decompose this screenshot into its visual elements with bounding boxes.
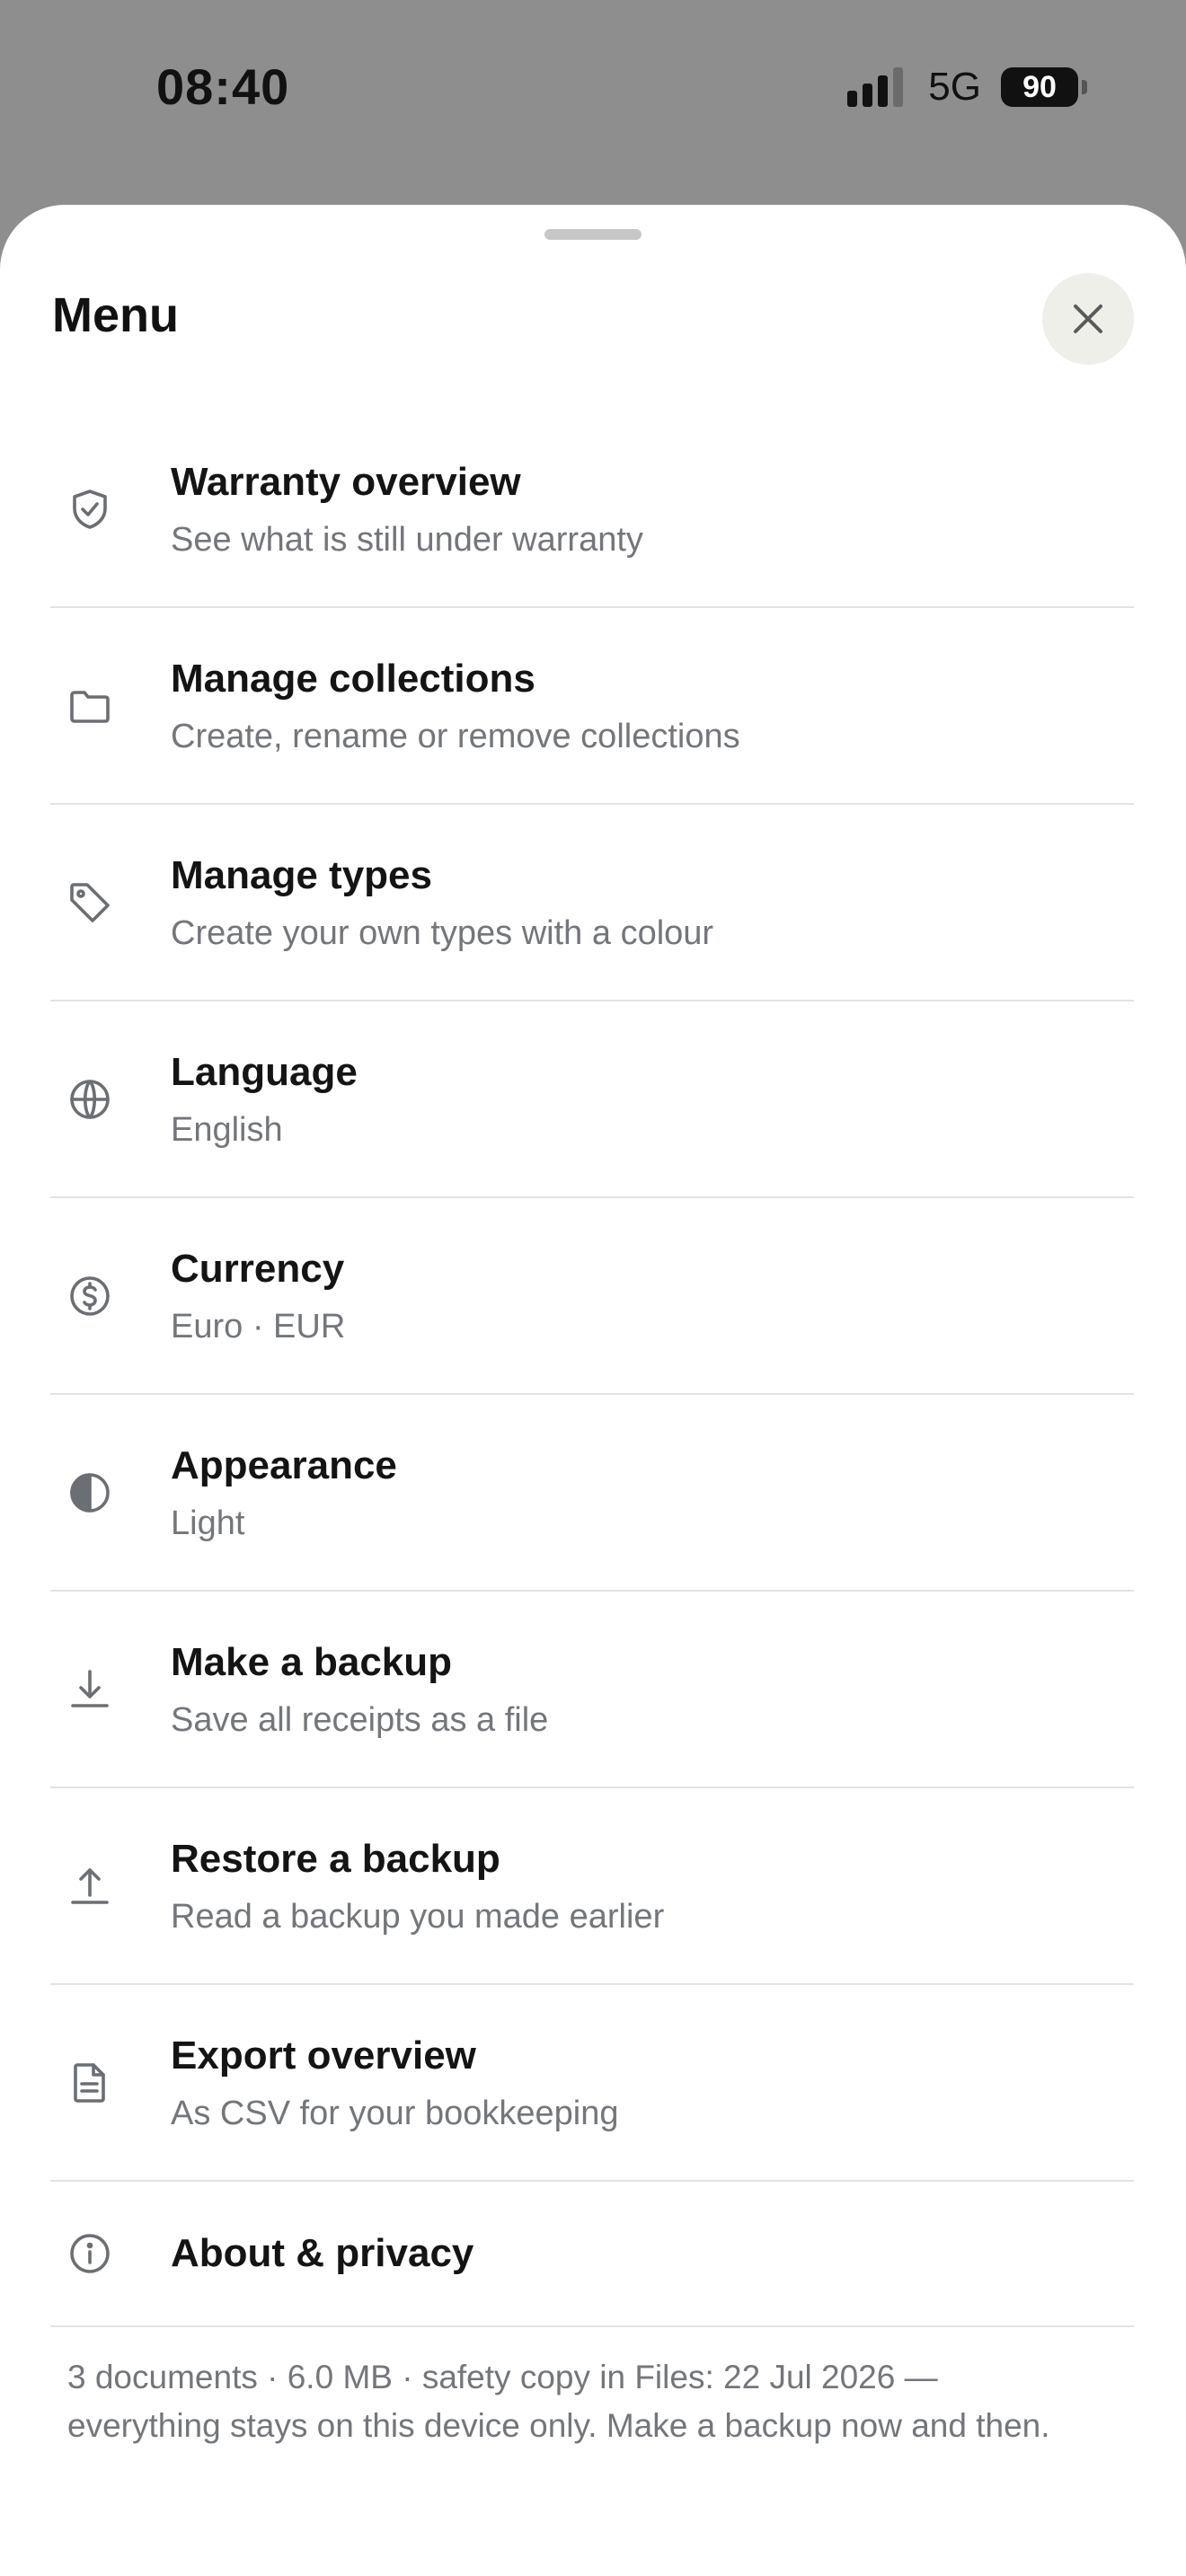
menu-item-label: Appearance	[171, 1442, 397, 1487]
globe-icon	[65, 1074, 115, 1125]
menu-item-subtitle: As CSV for your bookkeeping	[171, 2094, 619, 2132]
download-icon	[65, 1664, 115, 1715]
sheet-title: Menu	[52, 288, 179, 342]
menu-item-subtitle: Light	[171, 1504, 245, 1542]
menu-item-label: Language	[171, 1049, 358, 1094]
document-icon	[65, 2058, 115, 2108]
menu-item-warranty-overview[interactable]: Warranty overview See what is still unde…	[50, 411, 1134, 608]
menu-list: Warranty overview See what is still unde…	[50, 411, 1134, 2327]
storage-info-note: 3 documents · 6.0 MB · safety copy in Fi…	[67, 2359, 1050, 2444]
signal-icon	[847, 67, 904, 107]
menu-item-label: Warranty overview	[171, 459, 521, 504]
battery-icon: 90	[1001, 67, 1087, 107]
menu-item-subtitle: English	[171, 1110, 283, 1149]
menu-item-subtitle: See what is still under warranty	[171, 520, 643, 559]
battery-level: 90	[1022, 69, 1057, 104]
menu-item-label: Make a backup	[171, 1639, 453, 1684]
tag-icon	[65, 878, 115, 928]
menu-item-label: Export overview	[171, 2033, 476, 2078]
menu-item-subtitle: Euro · EUR	[171, 1307, 346, 1345]
menu-item-subtitle: Read a backup you made earlier	[171, 1897, 665, 1936]
contrast-icon	[65, 1468, 115, 1518]
close-icon	[1074, 304, 1102, 333]
status-indicators: 5G 90	[847, 65, 1087, 110]
dollar-circle-icon	[65, 1271, 115, 1321]
menu-item-subtitle: Save all receipts as a file	[171, 1700, 549, 1739]
menu-item-subtitle: Create, rename or remove collections	[171, 717, 740, 755]
menu-sheet: Menu Warranty overview See what is still…	[0, 205, 1186, 2576]
status-bar: 08:40 5G 90	[0, 0, 1186, 180]
menu-item-currency[interactable]: Currency Euro · EUR	[50, 1198, 1134, 1395]
menu-item-label: Manage types	[171, 852, 432, 897]
shield-check-icon	[65, 484, 115, 534]
menu-item-label: About & privacy	[171, 2231, 474, 2275]
close-button[interactable]	[1042, 273, 1134, 365]
menu-item-label: Restore a backup	[171, 1836, 500, 1881]
network-label: 5G	[928, 65, 981, 109]
upload-icon	[65, 1861, 115, 1911]
menu-item-appearance[interactable]: Appearance Light	[50, 1395, 1134, 1592]
menu-item-language[interactable]: Language English	[50, 1001, 1134, 1198]
folder-icon	[65, 681, 115, 731]
menu-item-label: Manage collections	[171, 656, 535, 701]
menu-item-make-backup[interactable]: Make a backup Save all receipts as a fil…	[50, 1592, 1134, 1788]
sheet-grabber[interactable]	[544, 229, 642, 240]
menu-item-restore-backup[interactable]: Restore a backup Read a backup you made …	[50, 1788, 1134, 1985]
menu-item-manage-types[interactable]: Manage types Create your own types with …	[50, 805, 1134, 1001]
menu-item-subtitle: Create your own types with a colour	[171, 913, 714, 952]
info-icon	[65, 2228, 115, 2279]
status-time: 08:40	[156, 58, 290, 115]
menu-item-export-overview[interactable]: Export overview As CSV for your bookkeep…	[50, 1985, 1134, 2182]
menu-item-manage-collections[interactable]: Manage collections Create, rename or rem…	[50, 608, 1134, 805]
menu-item-about-privacy[interactable]: About & privacy	[50, 2182, 1134, 2327]
menu-item-label: Currency	[171, 1246, 345, 1291]
